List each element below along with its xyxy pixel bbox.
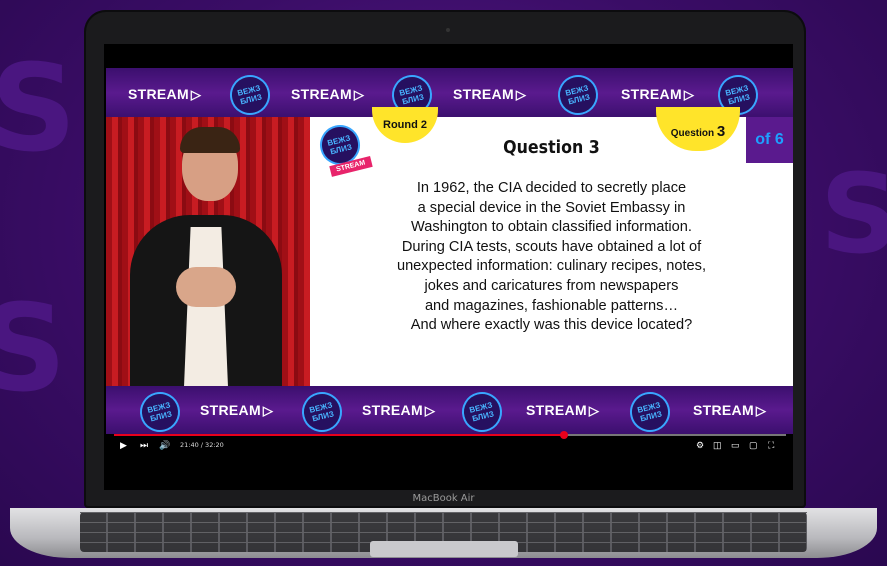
play-outline-icon: ▷ [683, 87, 695, 102]
question-line: And where exactly was this device locate… [410, 317, 693, 334]
quiz-badge-icon: ВЕЖЗ БЛИЗ [297, 387, 347, 437]
volume-icon[interactable]: 🔊 [159, 440, 170, 451]
video-player[interactable]: STREAM ▷ ВЕЖЗ БЛИЗ STREAM ▷ ВЕЖЗ БЛИЗ STRE… [104, 44, 793, 490]
quiz-badge-icon: ВЕЖЗ БЛИЗ [625, 387, 675, 437]
question-line: a special device in the Soviet Embassy i… [417, 199, 686, 216]
host-hands [176, 267, 236, 307]
play-outline-icon: ▷ [424, 403, 436, 418]
quiz-badge-icon: ВЕЖЗ БЛИЗ [457, 387, 507, 437]
host-hair [180, 127, 240, 153]
question-line: jokes and caricatures from newspapers [424, 277, 679, 294]
quiz-badge-icon: ВЕЖЗ БЛИЗ [553, 70, 603, 120]
play-outline-icon: ▷ [262, 403, 274, 418]
quiz-badge-icon: ВЕЖЗ БЛИЗ [135, 387, 185, 437]
question-line: In 1962, the CIA decided to secretly pla… [416, 180, 687, 196]
question-line: and magazines, fashionable patterns… [424, 297, 679, 314]
stream-logo: STREAM ▷ [693, 402, 767, 418]
question-line: Washington to obtain classified informat… [411, 219, 692, 236]
question-text: In 1962, the CIA decided to secretly pla… [340, 179, 763, 336]
stream-logo: STREAM ▷ [526, 402, 600, 418]
fullscreen-icon[interactable]: ⛶ [768, 440, 774, 451]
play-icon[interactable]: ▶ [120, 440, 127, 451]
quiz-panel: ВЕЖЗ БЛИЗ STREAM Round 2 Question 3 of 6… [310, 107, 793, 387]
cast-icon[interactable]: ▢ [749, 440, 758, 451]
progress-fill [114, 434, 565, 436]
progress-bar[interactable] [114, 431, 786, 439]
play-outline-icon: ▷ [755, 403, 767, 418]
stream-logo: STREAM ▷ [453, 86, 527, 102]
question-line: During CIA tests, scouts have obtained a… [401, 238, 702, 255]
play-outline-icon: ▷ [588, 403, 600, 418]
settings-icon[interactable]: ⚙ [696, 440, 704, 451]
time-display: 21:40 / 32:20 [180, 441, 224, 449]
host-shirt [184, 227, 228, 387]
stream-logo: STREAM ▷ [621, 86, 695, 102]
background-pattern: S [0, 40, 77, 179]
laptop-model-label: MacBook Air [412, 493, 475, 504]
bottom-banner: ВЕЖЗ БЛИЗ STREAM ▷ ВЕЖЗ БЛИЗ STREAM ▷ ВЕЖЗ… [106, 386, 793, 437]
screen-bezel-bottom [104, 455, 793, 490]
question-title: Question 3 [503, 137, 600, 158]
background-pattern: S [820, 150, 887, 278]
stream-logo: STREAM ▷ [291, 86, 365, 102]
play-outline-icon: ▷ [515, 87, 527, 102]
host-video [106, 117, 310, 387]
question-line: unexpected information: culinary recipes… [396, 258, 707, 275]
stream-logo: STREAM ▷ [128, 86, 202, 102]
next-icon[interactable]: ⏭ [140, 440, 148, 451]
theater-mode-icon[interactable]: ▭ [731, 440, 740, 451]
quiz-badge-icon: ВЕЖЗ БЛИЗ [225, 70, 275, 120]
player-controls: ▶ ⏭ 🔊 21:40 / 32:20 ⚙ ◫ ▭ ▢ ⛶ [104, 437, 793, 455]
background-pattern: S [0, 280, 67, 419]
laptop-trackpad [370, 541, 518, 557]
camera-icon [446, 28, 450, 32]
stream-logo: STREAM ▷ [200, 402, 274, 418]
play-outline-icon: ▷ [190, 87, 202, 102]
play-outline-icon: ▷ [353, 87, 365, 102]
miniplayer-icon[interactable]: ◫ [713, 440, 722, 451]
stream-logo: STREAM ▷ [362, 402, 436, 418]
